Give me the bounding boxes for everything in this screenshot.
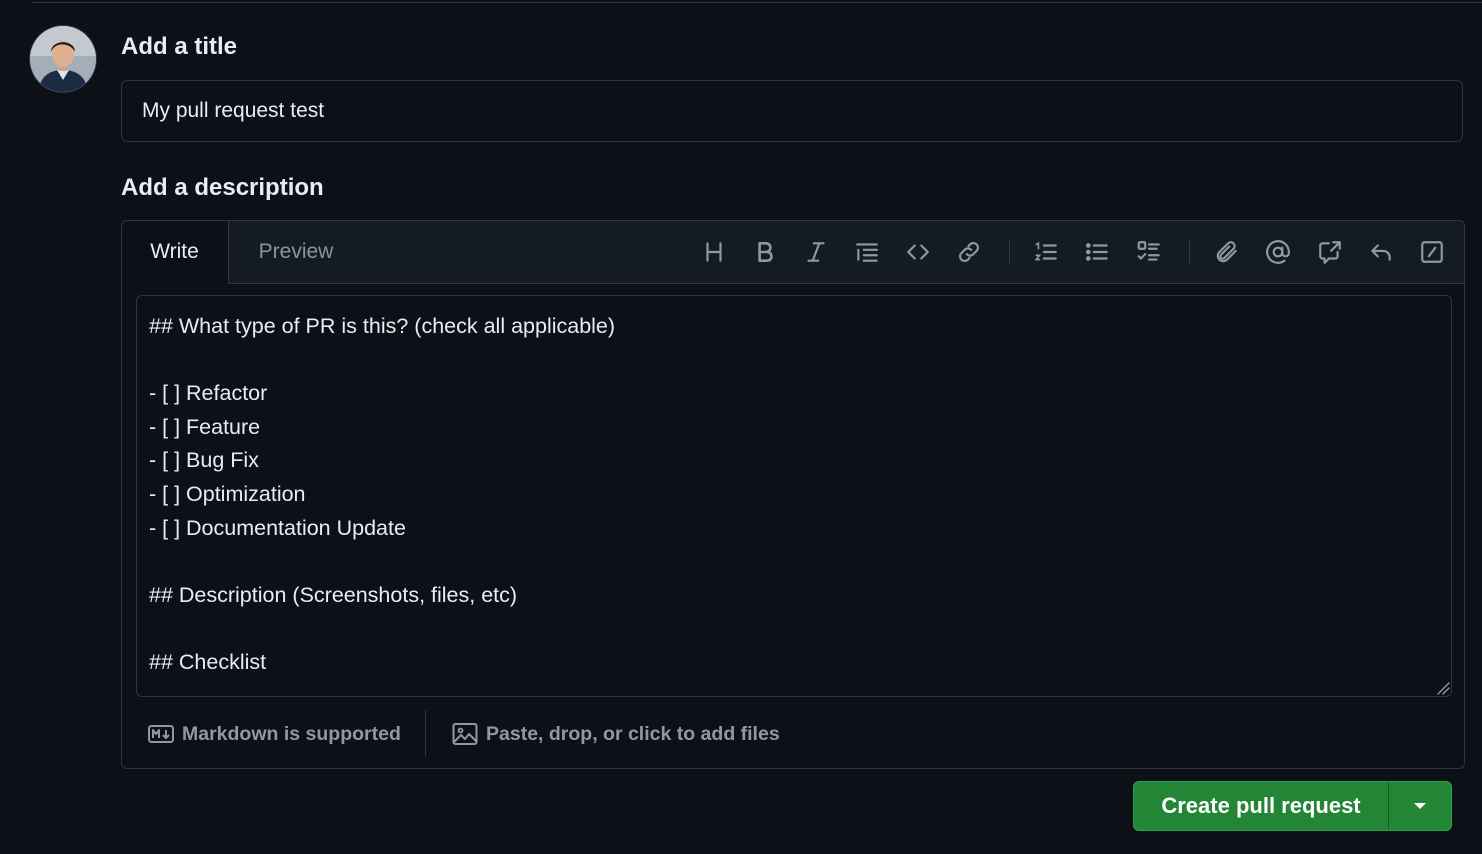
heading-icon bbox=[706, 242, 722, 262]
description-textarea[interactable]: ## What type of PR is this? (check all a… bbox=[136, 295, 1452, 697]
title-input[interactable] bbox=[121, 80, 1463, 142]
slash-commands-button[interactable] bbox=[1417, 237, 1447, 267]
quote-icon bbox=[856, 243, 878, 262]
description-label: Add a description bbox=[121, 174, 324, 201]
create-pull-request-button-group: Create pull request bbox=[1133, 781, 1452, 831]
attach-note: Paste, drop, or click to add files bbox=[486, 722, 780, 745]
unordered-list-button[interactable] bbox=[1082, 237, 1112, 267]
create-options-dropdown[interactable] bbox=[1389, 782, 1451, 830]
mention-icon bbox=[1266, 240, 1290, 264]
italic-icon bbox=[807, 242, 825, 262]
undo-icon bbox=[1371, 244, 1391, 261]
unordered-list-icon bbox=[1085, 243, 1108, 261]
image-icon bbox=[452, 723, 478, 745]
mention-button[interactable] bbox=[1263, 237, 1293, 267]
bold-button[interactable] bbox=[750, 237, 780, 267]
footer-separator bbox=[425, 710, 426, 756]
toolbar-separator bbox=[1009, 240, 1010, 264]
markdown-note: Markdown is supported bbox=[182, 722, 401, 745]
resize-handle-icon[interactable] bbox=[1436, 681, 1450, 695]
task-list-icon bbox=[1137, 241, 1160, 261]
markdown-supported-link[interactable]: Markdown is supported bbox=[148, 710, 401, 758]
attach-button[interactable] bbox=[1212, 237, 1242, 267]
attach-icon bbox=[1216, 241, 1237, 263]
markdown-icon bbox=[148, 725, 174, 743]
cross-reference-button[interactable] bbox=[1315, 237, 1345, 267]
cross-reference-icon bbox=[1319, 241, 1341, 264]
tab-write[interactable]: Write bbox=[122, 221, 229, 284]
tab-preview[interactable]: Preview bbox=[229, 221, 363, 283]
italic-button[interactable] bbox=[801, 237, 831, 267]
triangle-down-icon bbox=[1414, 803, 1426, 809]
ordered-list-icon bbox=[1034, 242, 1057, 261]
description-editor: Write Preview ## What type of PR is this… bbox=[121, 220, 1465, 769]
link-icon bbox=[959, 242, 979, 262]
heading-button[interactable] bbox=[699, 237, 729, 267]
link-button[interactable] bbox=[954, 237, 984, 267]
code-icon bbox=[907, 244, 929, 260]
task-list-button[interactable] bbox=[1134, 237, 1164, 267]
previous-section-edge bbox=[32, 0, 1482, 3]
create-pull-request-button[interactable]: Create pull request bbox=[1134, 782, 1388, 830]
code-button[interactable] bbox=[903, 237, 933, 267]
undo-button[interactable] bbox=[1366, 237, 1396, 267]
avatar[interactable] bbox=[30, 26, 96, 92]
slash-commands-icon bbox=[1421, 241, 1443, 263]
editor-header: Write Preview bbox=[122, 221, 1464, 284]
quote-button[interactable] bbox=[852, 237, 882, 267]
title-label: Add a title bbox=[121, 33, 238, 60]
attach-files-link[interactable]: Paste, drop, or click to add files bbox=[452, 710, 780, 758]
ordered-list-button[interactable] bbox=[1031, 237, 1061, 267]
toolbar-separator bbox=[1189, 240, 1190, 264]
bold-icon bbox=[758, 242, 773, 262]
